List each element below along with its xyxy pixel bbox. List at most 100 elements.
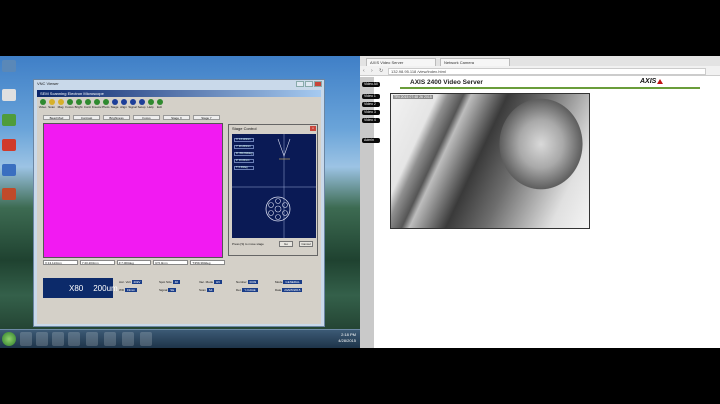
- toolbar-button[interactable]: Exit: [156, 99, 163, 109]
- window-controls: [296, 81, 322, 87]
- stage-status-text: Press [S] to move stage: [232, 242, 264, 246]
- forward-icon[interactable]: ›: [371, 68, 377, 74]
- toolbar-button[interactable]: Photo: [102, 99, 109, 109]
- toolbar-button[interactable]: Setup: [138, 99, 145, 109]
- go-button[interactable]: Go: [279, 241, 293, 247]
- desktop-icon[interactable]: [2, 89, 16, 101]
- toolbar-button[interactable]: Scan: [48, 99, 55, 109]
- toolbar-button[interactable]: Help: [147, 99, 154, 109]
- browser-tabstrip: AXIS Video Server Network Camera: [360, 56, 720, 66]
- desktop-icon[interactable]: [2, 139, 16, 151]
- reload-icon[interactable]: ↻: [379, 68, 385, 74]
- close-icon[interactable]: x: [310, 126, 316, 131]
- axis-logo: AXIS: [640, 78, 664, 85]
- clock-date: 4/28/2015: [338, 338, 356, 343]
- status-field: Acc. Volt 20kV: [119, 280, 143, 284]
- coord-t: T:359.390deg: [190, 260, 225, 265]
- start-button[interactable]: [2, 332, 16, 346]
- vnc-viewer-window: VNC Viewer SEM Scanning Electron Microsc…: [33, 79, 325, 327]
- back-icon[interactable]: ‹: [363, 68, 369, 74]
- stage-map[interactable]: X: 13.113mm Y: 20.203mm R: 359.390deg Z:…: [232, 134, 316, 238]
- page-title: AXIS 2400 Video Server: [410, 79, 483, 86]
- sem-toolbar: Video Scan Mag Focus Bright Contr Freeze…: [37, 98, 321, 112]
- nav-link-video-2[interactable]: Video 2: [362, 102, 380, 107]
- vnc-title: VNC Viewer: [37, 81, 59, 86]
- sem-app-title: SEM Scanning Electron Microscope: [37, 90, 321, 97]
- status-field: WD 19mm: [119, 288, 138, 292]
- browser-window: AXIS Video Server Network Camera ‹ › ↻ 1…: [360, 56, 720, 348]
- system-clock[interactable]: 2:18 PM 4/28/2015: [338, 332, 356, 344]
- toolbar-button[interactable]: Align: [120, 99, 127, 109]
- taskbar-app-icon[interactable]: [20, 332, 32, 346]
- coord-r: R:5.0mm: [153, 260, 189, 265]
- axis-page: AXIS 2400 Video Server AXIS Video All Vi…: [360, 77, 720, 348]
- nav-link-video-4[interactable]: Video 4: [362, 118, 380, 123]
- toolbar-button[interactable]: Video: [39, 99, 46, 109]
- stage-control-title: Stage Control: [232, 126, 257, 131]
- address-bar[interactable]: 132.98.95.118 /view/index.html: [388, 68, 706, 75]
- magnification-value: X80: [69, 283, 84, 293]
- nav-link-video-all[interactable]: Video All: [362, 82, 380, 87]
- video-caption: TRI 2015 07:48 26 2015: [393, 95, 433, 99]
- tab-contrast[interactable]: Contrast: [73, 115, 100, 120]
- status-field: Spot Size 40: [159, 280, 181, 284]
- toolbar-button[interactable]: Signal: [128, 99, 137, 109]
- nav-link-video-1[interactable]: Video 1: [362, 94, 380, 99]
- desktop-icon[interactable]: [2, 60, 16, 72]
- tab-stage-x[interactable]: Stage X: [163, 115, 190, 120]
- browser-toolbar: ‹ › ↻ 132.98.95.118 /view/index.html: [360, 66, 720, 76]
- screen: VNC Viewer SEM Scanning Electron Microsc…: [0, 56, 720, 348]
- toolbar-button[interactable]: Contr: [84, 99, 91, 109]
- coord-y: Y:20.203mm: [79, 260, 115, 265]
- taskbar-app-icon[interactable]: [52, 332, 64, 346]
- taskbar-app-icon[interactable]: [86, 332, 98, 346]
- status-field: Signal SE: [159, 288, 177, 292]
- nav-link-admin[interactable]: Admin: [362, 138, 380, 143]
- tab-focus[interactable]: Focus: [133, 115, 160, 120]
- coord-x: X:13.113mm: [43, 260, 78, 265]
- tab-bead-mod[interactable]: Bead Mod: [43, 115, 70, 120]
- status-field: Det. Y-CAGE: [236, 288, 258, 292]
- toolbar-button[interactable]: Freeze: [92, 99, 101, 109]
- tab-stage-y[interactable]: Stage Y: [193, 115, 220, 120]
- cancel-button[interactable]: Cancel: [299, 241, 313, 247]
- taskbar-app-icon[interactable]: [122, 332, 134, 346]
- taskbar-app-icon[interactable]: [36, 332, 48, 346]
- toolbar-button[interactable]: Bright: [75, 99, 82, 109]
- status-field: Date 24APR2015: [275, 288, 303, 292]
- header-divider: [400, 87, 700, 89]
- scale-bar-value: 200um: [93, 283, 118, 293]
- minimize-icon[interactable]: [296, 81, 304, 87]
- desktop: VNC Viewer SEM Scanning Electron Microsc…: [0, 56, 360, 348]
- sem-tabs: Bead Mod Contrast Brightness Focus Stage…: [43, 115, 220, 120]
- browser-tab[interactable]: Network Camera: [440, 58, 510, 66]
- nav-link-video-3[interactable]: Video 3: [362, 110, 380, 115]
- browser-tab[interactable]: AXIS Video Server: [366, 58, 436, 66]
- desktop-icon[interactable]: [2, 114, 16, 126]
- taskbar-app-icon[interactable]: [68, 332, 80, 346]
- toolbar-button[interactable]: Focus: [65, 99, 74, 109]
- desktop-icon[interactable]: [2, 164, 16, 176]
- taskbar: 2:18 PM 4/28/2015: [0, 329, 360, 348]
- stage-diagram: [232, 134, 316, 238]
- magnification-display: X80 200um: [43, 278, 118, 298]
- coord-z: Z:7.000deg: [116, 260, 152, 265]
- toolbar-button[interactable]: Mag: [57, 99, 64, 109]
- tab-brightness[interactable]: Brightness: [103, 115, 130, 120]
- video-stream[interactable]: TRI 2015 07:48 26 2015: [390, 93, 590, 229]
- toolbar-button[interactable]: Stage: [111, 99, 118, 109]
- coordinate-row: X:13.113mm Y:20.203mm Z:7.000deg R:5.0mm…: [43, 260, 225, 265]
- status-field: Number 0049: [236, 280, 259, 284]
- stage-control-dialog: Stage Control x X: 13.113mm Y: 20.203mm …: [228, 124, 318, 256]
- axis-logo-icon: [657, 78, 664, 84]
- sem-status-panel: X80 200um Acc. Volt 20kV Spot Size 40 Va…: [43, 278, 319, 298]
- status-field: Mode GENERAL: [275, 280, 302, 284]
- desktop-icon[interactable]: [2, 188, 16, 200]
- sem-image-canvas[interactable]: [43, 123, 223, 258]
- sem-app: SEM Scanning Electron Microscope Video S…: [37, 90, 321, 324]
- taskbar-app-icon[interactable]: [140, 332, 152, 346]
- taskbar-app-icon[interactable]: [104, 332, 116, 346]
- close-icon[interactable]: [314, 81, 322, 87]
- status-field: Scan S4: [199, 288, 215, 292]
- maximize-icon[interactable]: [305, 81, 313, 87]
